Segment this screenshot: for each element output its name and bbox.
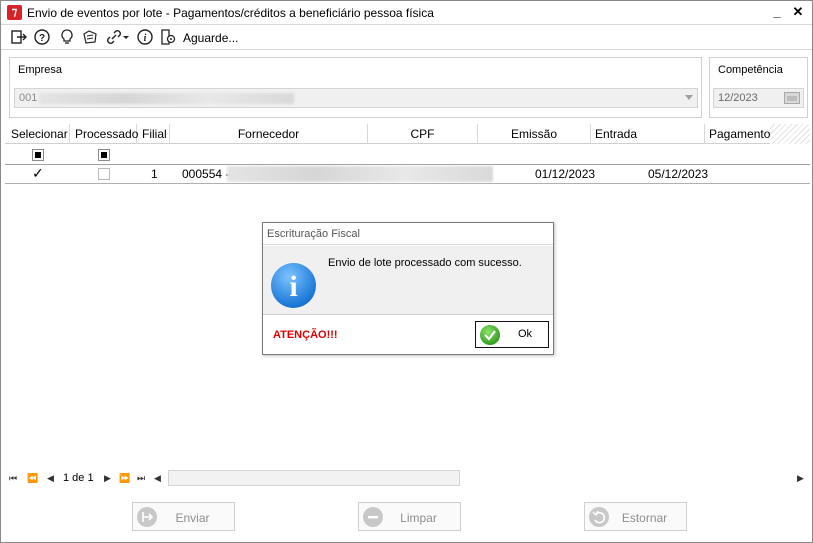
enviar-button[interactable]: Enviar: [132, 502, 235, 531]
empresa-value: 001: [19, 92, 38, 104]
redacted-company-name: [39, 93, 294, 104]
row-select-check[interactable]: ✓: [32, 165, 44, 182]
col-fornecedor[interactable]: Fornecedor: [170, 124, 368, 144]
toolbar: ? i Aguarde...: [1, 26, 812, 50]
competencia-group: Competência 12/2023: [709, 57, 808, 118]
limpar-button[interactable]: Limpar: [358, 502, 461, 531]
scroll-left-icon[interactable]: ◀: [154, 473, 161, 484]
select-all-checkbox[interactable]: [32, 149, 44, 161]
scroll-right-icon[interactable]: ▶: [797, 473, 804, 484]
header-filler: [770, 124, 810, 144]
col-pagamento[interactable]: Pagamento: [705, 124, 770, 144]
ok-label: Ok: [518, 328, 533, 340]
svg-text:i: i: [144, 33, 147, 44]
cell-emissao: 01/12/2023: [535, 167, 596, 181]
table-row[interactable]: ✓ 1 000554 - 01/12/2023 05/12/2023: [5, 165, 810, 184]
prev-set-icon[interactable]: ⏪: [27, 473, 38, 484]
limpar-label: Limpar: [400, 511, 437, 525]
dialog-warning: ATENÇÃO!!!: [273, 329, 338, 341]
filter-row: [5, 145, 810, 165]
minimize-button[interactable]: _: [769, 4, 785, 20]
last-page-icon[interactable]: ⏭: [137, 473, 145, 484]
chevron-down-icon: [685, 95, 693, 100]
chevron-down-icon[interactable]: [122, 28, 130, 46]
col-emissao[interactable]: Emissão: [478, 124, 591, 144]
cell-filial: 1: [151, 167, 158, 181]
page-indicator: 1 de 1: [63, 472, 94, 484]
pager: ⏮ ⏪ ◀ 1 de 1 ▶ ⏩ ⏭ ◀ ▶: [5, 469, 810, 489]
message-dialog: Escrituração Fiscal i Envio de lote proc…: [262, 222, 554, 355]
dialog-message: Envio de lote processado com sucesso.: [328, 257, 522, 269]
row-processado-checkbox[interactable]: [98, 168, 110, 180]
dialog-body: i Envio de lote processado com sucesso.: [263, 246, 553, 315]
competencia-label: Competência: [718, 64, 783, 76]
next-page-icon[interactable]: ▶: [104, 473, 111, 484]
help-icon[interactable]: ?: [33, 28, 51, 46]
check-circle-icon: [480, 325, 500, 345]
link-icon[interactable]: [105, 28, 123, 46]
competencia-value: 12/2023: [718, 92, 758, 104]
clipboard-icon[interactable]: [81, 28, 99, 46]
calendar-icon[interactable]: [784, 92, 800, 104]
cell-fornecedor: 000554 -: [182, 167, 230, 181]
estornar-button[interactable]: Estornar: [584, 502, 687, 531]
info-circle-icon: i: [271, 263, 316, 308]
col-selecionar[interactable]: Selecionar: [5, 124, 70, 144]
col-filial[interactable]: Filial: [137, 124, 170, 144]
exit-icon[interactable]: [10, 28, 28, 46]
app-logo-icon: ⁊: [7, 5, 22, 20]
title-bar: ⁊ Envio de eventos por lote - Pagamentos…: [1, 1, 812, 25]
col-entrada[interactable]: Entrada: [591, 124, 705, 144]
close-button[interactable]: ✕: [790, 4, 806, 20]
empresa-group: Empresa 001: [9, 57, 702, 118]
status-label: Aguarde...: [183, 31, 239, 45]
next-set-icon[interactable]: ⏩: [119, 473, 130, 484]
horizontal-scrollbar[interactable]: [168, 470, 460, 486]
svg-text:?: ?: [39, 33, 45, 44]
info-icon[interactable]: i: [136, 28, 154, 46]
empresa-select[interactable]: 001: [14, 88, 698, 108]
redacted-fornecedor-cpf: [227, 166, 493, 182]
settings-doc-icon[interactable]: [159, 28, 177, 46]
window-title: Envio de eventos por lote - Pagamentos/c…: [27, 6, 434, 20]
dialog-title: Escrituração Fiscal: [263, 223, 553, 245]
ok-button[interactable]: Ok: [475, 321, 549, 348]
empresa-label: Empresa: [18, 64, 63, 76]
estornar-label: Estornar: [621, 511, 668, 525]
prev-page-icon[interactable]: ◀: [47, 473, 54, 484]
processado-filter-checkbox[interactable]: [98, 149, 110, 161]
main-window: ⁊ Envio de eventos por lote - Pagamentos…: [0, 0, 813, 543]
enviar-label: Enviar: [175, 511, 210, 525]
col-processado[interactable]: Processado: [70, 124, 138, 144]
lightbulb-icon[interactable]: [58, 28, 76, 46]
info-letter: i: [289, 270, 298, 303]
col-cpf[interactable]: CPF: [368, 124, 478, 144]
first-page-icon[interactable]: ⏮: [9, 473, 17, 484]
competencia-date-input[interactable]: 12/2023: [713, 88, 804, 108]
grid-header: Selecionar Processado Filial Fornecedor …: [5, 124, 810, 144]
cell-entrada: 05/12/2023: [648, 167, 709, 181]
